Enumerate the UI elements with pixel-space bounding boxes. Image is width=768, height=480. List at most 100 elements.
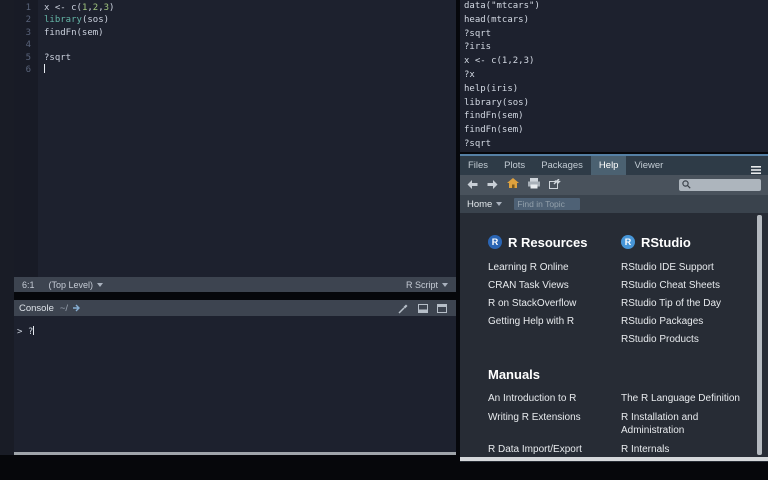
- line-number: 5: [14, 52, 38, 64]
- chevron-down-icon: [442, 283, 448, 287]
- line-number: 6: [14, 64, 38, 76]
- code-token: library: [44, 15, 82, 25]
- chevron-down-icon: [496, 202, 502, 206]
- manual-link[interactable]: An Introduction to R: [488, 392, 621, 405]
- line-number: 2: [14, 14, 38, 26]
- help-link[interactable]: Learning R Online: [488, 259, 621, 277]
- editor-left-margin: [0, 0, 14, 455]
- tab-files[interactable]: Files: [460, 156, 496, 175]
- console-cursor: [33, 326, 34, 335]
- print-icon[interactable]: [528, 176, 540, 194]
- history-line[interactable]: findFn(sem): [460, 110, 768, 124]
- code-line[interactable]: 1x <- c(1,2,3): [14, 2, 456, 14]
- section-title: RStudio: [641, 235, 691, 250]
- resource-section: R RStudio RStudio IDE SupportRStudio Cheat…: [621, 233, 752, 349]
- code-token: (sos): [82, 15, 109, 25]
- search-icon: [682, 176, 691, 194]
- r-logo: R: [488, 235, 502, 249]
- code-line[interactable]: 2library(sos): [14, 14, 456, 26]
- find-in-topic-input[interactable]: [514, 198, 580, 210]
- open-in-new-window-icon[interactable]: [549, 176, 561, 194]
- clean-console-icon[interactable]: [398, 303, 409, 314]
- code-token: ?sqrt: [44, 53, 71, 63]
- code-line[interactable]: 5 ?sqrt: [14, 52, 456, 64]
- help-vertical-scrollbar[interactable]: [757, 215, 762, 455]
- help-topic-bar: Home: [460, 195, 768, 213]
- code-token: x <- c(: [44, 3, 82, 13]
- menu-icon[interactable]: [751, 161, 761, 179]
- help-pane: FilesPlotsPackagesHelpViewer Home: [460, 154, 768, 462]
- history-line[interactable]: ?iris: [460, 41, 768, 55]
- console-tab-label[interactable]: Console: [19, 303, 54, 314]
- manual-link[interactable]: R Internals: [621, 443, 752, 456]
- help-link[interactable]: Getting Help with R: [488, 313, 621, 331]
- tab-help[interactable]: Help: [591, 156, 627, 175]
- help-home-label: Home: [467, 199, 492, 210]
- help-link[interactable]: RStudio Products: [621, 331, 752, 349]
- cursor-position: 6:1: [22, 280, 35, 290]
- code-line[interactable]: 4: [14, 39, 456, 51]
- tab-viewer[interactable]: Viewer: [626, 156, 671, 175]
- history-line[interactable]: library(sos): [460, 97, 768, 111]
- help-home-dropdown[interactable]: Home: [467, 199, 502, 210]
- scope-label: (Top Level): [49, 280, 94, 290]
- back-icon[interactable]: [467, 176, 478, 194]
- section-heading: R RStudio: [621, 233, 752, 251]
- popout-icon[interactable]: [73, 304, 82, 312]
- resources-grid: R R Resources Learning R OnlineCRAN Task V…: [488, 233, 752, 349]
- code-text: findFn(sem): [38, 27, 104, 39]
- help-link[interactable]: RStudio Packages: [621, 313, 752, 331]
- help-link[interactable]: RStudio Cheat Sheets: [621, 277, 752, 295]
- manual-link[interactable]: R Installation and Administration: [621, 411, 752, 437]
- code-text: library(sos): [38, 14, 109, 26]
- history-pane: data("mtcars")head(mtcars)?sqrt?irisx <-…: [460, 0, 768, 152]
- forward-icon[interactable]: [487, 176, 498, 194]
- code-text: [38, 64, 45, 76]
- help-horizontal-scrollbar[interactable]: [460, 457, 768, 461]
- help-tabbar-tabs: FilesPlotsPackagesHelpViewer: [460, 156, 671, 175]
- history-line[interactable]: ?sqrt: [460, 28, 768, 42]
- section-title: R Resources: [508, 235, 587, 250]
- console-horizontal-scrollbar[interactable]: [14, 452, 456, 455]
- help-tabbar: FilesPlotsPackagesHelpViewer: [460, 156, 768, 175]
- file-type-label: R Script: [406, 280, 438, 290]
- code-token: ): [109, 3, 114, 13]
- manual-link[interactable]: Writing R Extensions: [488, 411, 621, 437]
- maximize-pane-icon[interactable]: [437, 304, 447, 313]
- manual-link[interactable]: R Data Import/Export: [488, 443, 621, 456]
- help-link[interactable]: CRAN Task Views: [488, 277, 621, 295]
- editor-lines: 1x <- c(1,2,3)2library(sos)3findFn(sem)4…: [14, 2, 456, 76]
- help-search-input[interactable]: [679, 179, 761, 191]
- tab-plots[interactable]: Plots: [496, 156, 533, 175]
- console-body[interactable]: > ?: [14, 316, 456, 339]
- history-line[interactable]: ?sqrt: [460, 138, 768, 152]
- section-links: Learning R OnlineCRAN Task ViewsR on Sta…: [488, 259, 621, 331]
- manuals-grid: An Introduction to RThe R Language Defin…: [488, 392, 752, 456]
- chevron-down-icon: [97, 283, 103, 287]
- history-line[interactable]: data("mtcars"): [460, 0, 768, 14]
- history-line[interactable]: findFn(sem): [460, 124, 768, 138]
- help-content: R R Resources Learning R OnlineCRAN Task V…: [460, 213, 768, 457]
- help-link[interactable]: RStudio Tip of the Day: [621, 295, 752, 313]
- history-line[interactable]: head(mtcars): [460, 14, 768, 28]
- code-line[interactable]: 6: [14, 64, 456, 76]
- minimize-pane-icon[interactable]: [418, 304, 428, 313]
- help-toolbar: [460, 175, 768, 195]
- rstudio-logo: R: [621, 235, 635, 249]
- history-line[interactable]: help(iris): [460, 83, 768, 97]
- code-line[interactable]: 3findFn(sem): [14, 27, 456, 39]
- tab-packages[interactable]: Packages: [533, 156, 591, 175]
- code-token: findFn(sem): [44, 28, 104, 38]
- history-line[interactable]: x <- c(1,2,3): [460, 55, 768, 69]
- line-number: 1: [14, 2, 38, 14]
- manuals-heading: Manuals: [488, 367, 768, 382]
- console-prompt: > ?: [17, 327, 33, 337]
- help-link[interactable]: RStudio IDE Support: [621, 259, 752, 277]
- history-line[interactable]: ?x: [460, 69, 768, 83]
- file-type-selector[interactable]: R Script: [406, 280, 448, 290]
- home-icon[interactable]: [507, 176, 519, 194]
- code-text: x <- c(1,2,3): [38, 2, 114, 14]
- manual-link[interactable]: The R Language Definition: [621, 392, 752, 405]
- help-link[interactable]: R on StackOverflow: [488, 295, 621, 313]
- scope-selector[interactable]: (Top Level): [49, 280, 104, 290]
